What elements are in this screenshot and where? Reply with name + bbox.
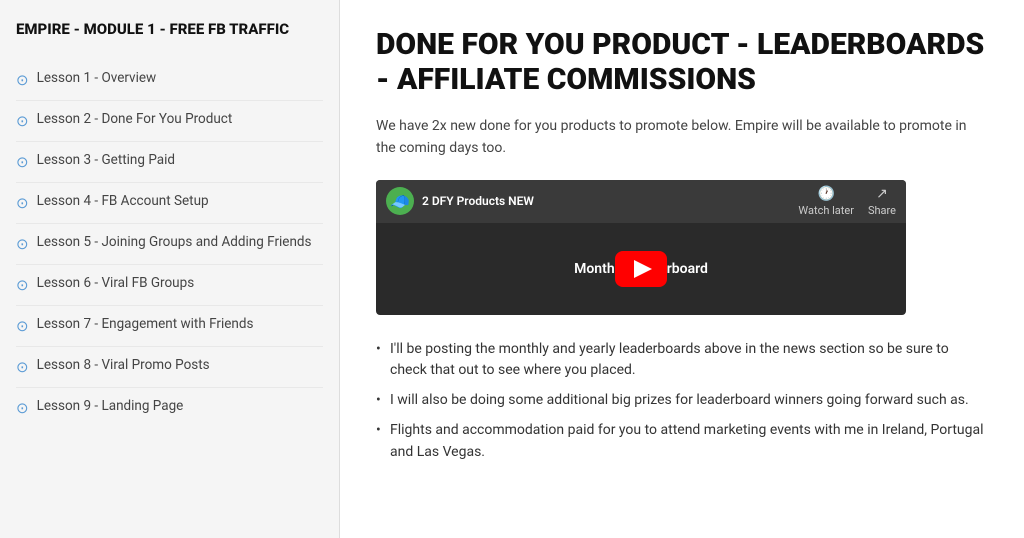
bullet-item-1: I'll be posting the monthly and yearly l… — [376, 335, 988, 386]
play-circle-icon: ⊙ — [16, 398, 29, 419]
sidebar-item-lesson-8[interactable]: ⊙ Lesson 8 - Viral Promo Posts — [16, 347, 323, 388]
sidebar-item-label: Lesson 7 - Engagement with Friends — [37, 315, 254, 334]
play-circle-icon: ⊙ — [16, 357, 29, 378]
play-circle-icon: ⊙ — [16, 111, 29, 132]
video-body: Monthly Leaderboard — [376, 223, 906, 315]
sidebar-item-lesson-7[interactable]: ⊙ Lesson 7 - Engagement with Friends — [16, 306, 323, 347]
main-description: We have 2x new done for you products to … — [376, 115, 988, 160]
video-actions: 🕐 Watch later ↗ Share — [798, 186, 896, 217]
bullet-item-2: I will also be doing some additional big… — [376, 386, 988, 416]
play-circle-icon: ⊙ — [16, 234, 29, 255]
sidebar-item-lesson-1[interactable]: ⊙ Lesson 1 - Overview — [16, 60, 323, 101]
sidebar-item-label: Lesson 9 - Landing Page — [37, 397, 184, 416]
play-circle-icon: ⊙ — [16, 316, 29, 337]
sidebar-item-lesson-5[interactable]: ⊙ Lesson 5 - Joining Groups and Adding Fr… — [16, 224, 323, 265]
clock-icon: 🕐 — [817, 186, 834, 202]
page-container: EMPIRE - MODULE 1 - FREE FB TRAFFIC ⊙ Les… — [0, 0, 1024, 538]
play-circle-icon: ⊙ — [16, 152, 29, 173]
sidebar-item-label: Lesson 8 - Viral Promo Posts — [37, 356, 210, 375]
bullet-item-3: Flights and accommodation paid for you t… — [376, 416, 988, 467]
play-circle-icon: ⊙ — [16, 193, 29, 214]
bullet-list: I'll be posting the monthly and yearly l… — [376, 335, 988, 467]
sidebar-item-lesson-4[interactable]: ⊙ Lesson 4 - FB Account Setup — [16, 183, 323, 224]
play-circle-icon: ⊙ — [16, 275, 29, 296]
sidebar-item-label: Lesson 5 - Joining Groups and Adding Fri… — [37, 233, 312, 252]
share-icon: ↗ — [876, 186, 888, 202]
sidebar-item-label: Lesson 2 - Done For You Product — [37, 110, 233, 129]
youtube-play-button[interactable] — [615, 251, 667, 287]
sidebar-title: EMPIRE - MODULE 1 - FREE FB TRAFFIC — [16, 20, 323, 40]
share-button[interactable]: ↗ Share — [868, 186, 896, 217]
page-title: DONE FOR YOU PRODUCT - LEADERBOARDS - AF… — [376, 28, 988, 97]
sidebar-nav: ⊙ Lesson 1 - Overview ⊙ Lesson 2 - Done For… — [16, 60, 323, 428]
sidebar-item-label: Lesson 1 - Overview — [37, 69, 157, 88]
sidebar-item-label: Lesson 4 - FB Account Setup — [37, 192, 209, 211]
video-embed[interactable]: 🧢 2 DFY Products NEW 🕐 Watch later ↗ Sha… — [376, 180, 906, 315]
sidebar-item-lesson-9[interactable]: ⊙ Lesson 9 - Landing Page — [16, 388, 323, 428]
sidebar: EMPIRE - MODULE 1 - FREE FB TRAFFIC ⊙ Les… — [0, 0, 340, 538]
sidebar-item-lesson-3[interactable]: ⊙ Lesson 3 - Getting Paid — [16, 142, 323, 183]
channel-avatar: 🧢 — [386, 187, 414, 215]
sidebar-item-label: Lesson 3 - Getting Paid — [37, 151, 175, 170]
video-top-bar: 🧢 2 DFY Products NEW 🕐 Watch later ↗ Sha… — [376, 180, 906, 223]
main-content: DONE FOR YOU PRODUCT - LEADERBOARDS - AF… — [340, 0, 1024, 538]
sidebar-item-lesson-6[interactable]: ⊙ Lesson 6 - Viral FB Groups — [16, 265, 323, 306]
watch-later-button[interactable]: 🕐 Watch later — [798, 186, 854, 217]
sidebar-item-lesson-2[interactable]: ⊙ Lesson 2 - Done For You Product — [16, 101, 323, 142]
channel-name: 2 DFY Products NEW — [422, 194, 798, 208]
sidebar-item-label: Lesson 6 - Viral FB Groups — [37, 274, 195, 293]
play-circle-icon: ⊙ — [16, 70, 29, 91]
